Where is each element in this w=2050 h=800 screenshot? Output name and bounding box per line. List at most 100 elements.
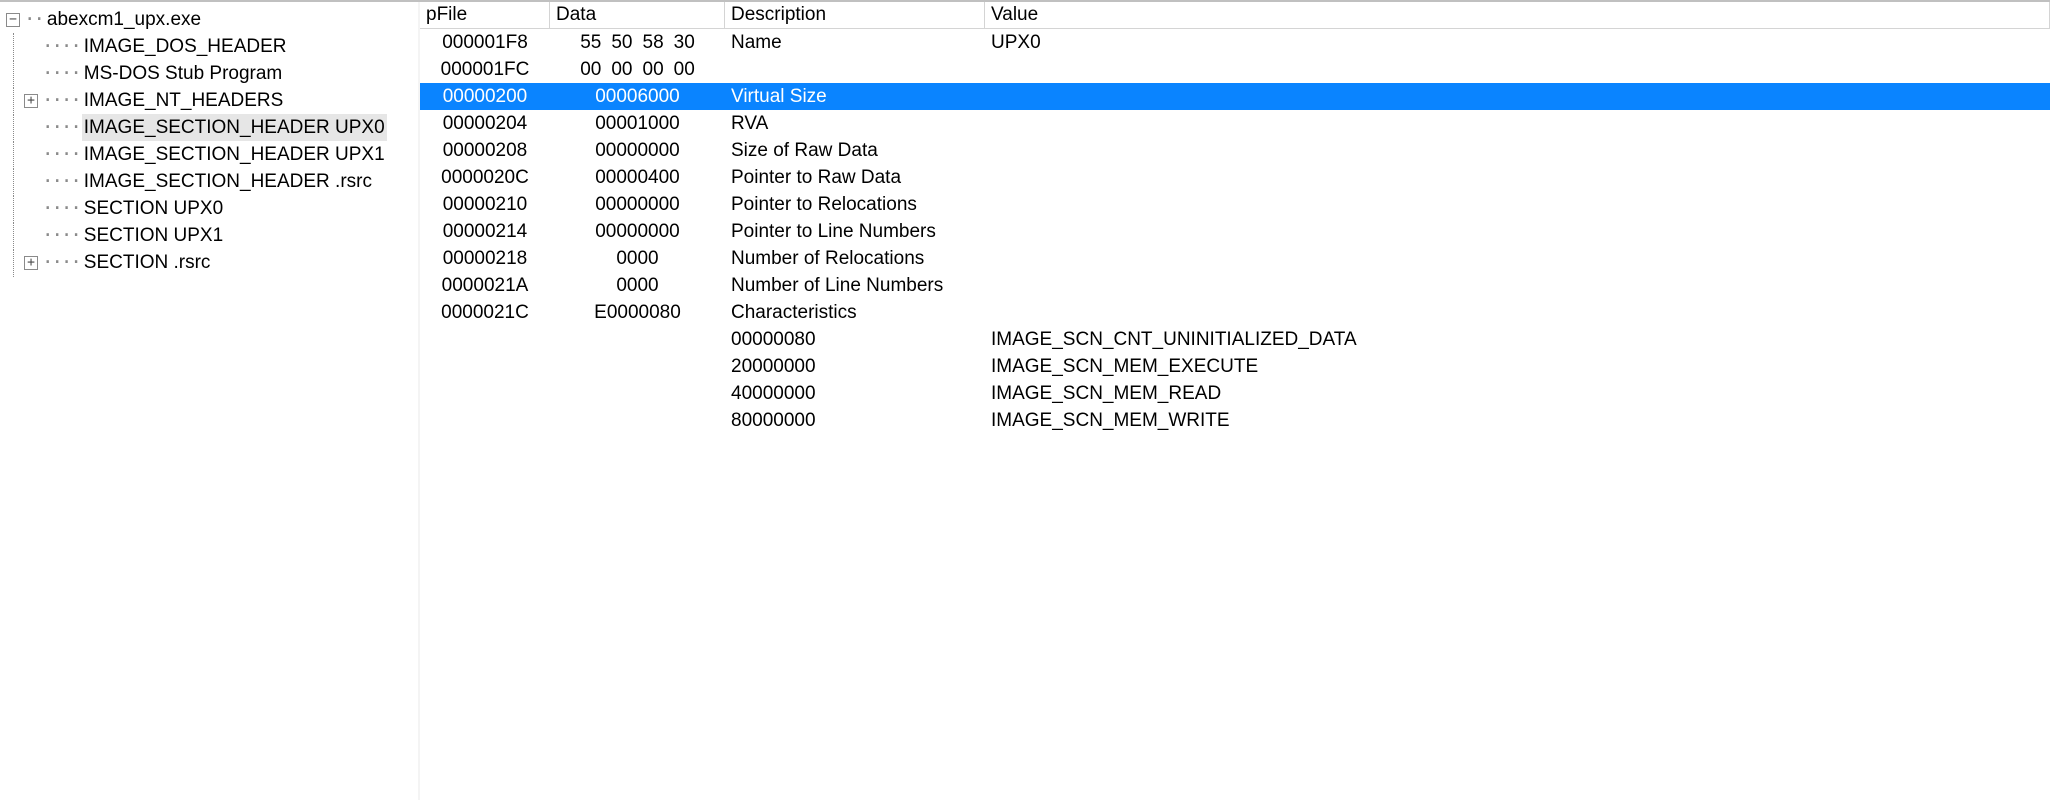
cell-data: 0000 bbox=[550, 272, 725, 299]
cell-pfile: 00000210 bbox=[420, 191, 550, 218]
cell-pfile bbox=[420, 326, 550, 353]
table-row[interactable]: 0000021400000000Pointer to Line Numbers bbox=[420, 218, 2050, 245]
data-byte: 00 bbox=[611, 59, 632, 81]
tree-item-label: MS-DOS Stub Program bbox=[82, 60, 285, 87]
cell-pfile: 00000204 bbox=[420, 110, 550, 137]
cell-description: Number of Relocations bbox=[725, 245, 985, 272]
tree-spacer bbox=[24, 40, 38, 54]
cell-data: 00 00 00 00 bbox=[550, 56, 725, 83]
cell-data bbox=[550, 326, 725, 353]
tree-item[interactable]: ····IMAGE_SECTION_HEADER UPX0 bbox=[6, 114, 418, 141]
tree-item-label: SECTION UPX1 bbox=[82, 222, 225, 249]
tree-item[interactable]: ····SECTION UPX1 bbox=[6, 222, 418, 249]
tree-connector-icon: ···· bbox=[42, 87, 80, 114]
cell-description: Name bbox=[725, 29, 985, 56]
cell-pfile bbox=[420, 380, 550, 407]
cell-description: Size of Raw Data bbox=[725, 137, 985, 164]
tree-item[interactable]: ····SECTION UPX0 bbox=[6, 195, 418, 222]
collapse-icon[interactable]: − bbox=[6, 13, 20, 27]
tree-item-label: IMAGE_DOS_HEADER bbox=[82, 33, 289, 60]
cell-value bbox=[985, 137, 2050, 164]
data-byte: 00 bbox=[674, 59, 695, 81]
table-row[interactable]: 0000020400001000RVA bbox=[420, 110, 2050, 137]
cell-description: Pointer to Relocations bbox=[725, 191, 985, 218]
header-description[interactable]: Description bbox=[725, 2, 985, 29]
cell-description: 40000000 bbox=[725, 380, 985, 407]
table-row[interactable]: 0000020C00000400Pointer to Raw Data bbox=[420, 164, 2050, 191]
tree-spacer bbox=[24, 229, 38, 243]
table-row[interactable]: 000002180000Number of Relocations bbox=[420, 245, 2050, 272]
cell-value bbox=[985, 110, 2050, 137]
tree-item[interactable]: + ····IMAGE_NT_HEADERS bbox=[6, 87, 418, 114]
tree-item[interactable]: ····MS-DOS Stub Program bbox=[6, 60, 418, 87]
cell-description: Pointer to Raw Data bbox=[725, 164, 985, 191]
cell-description bbox=[725, 56, 985, 83]
header-data[interactable]: Data bbox=[550, 2, 725, 29]
tree-connector-icon: ···· bbox=[42, 222, 80, 249]
cell-description: Pointer to Line Numbers bbox=[725, 218, 985, 245]
detail-panel: pFile Data Description Value 000001F8 55 5… bbox=[420, 2, 2050, 800]
data-byte: 55 bbox=[580, 32, 601, 54]
cell-value bbox=[985, 299, 2050, 326]
tree-connector-icon: ·· bbox=[24, 6, 43, 33]
cell-pfile bbox=[420, 407, 550, 434]
cell-description: Virtual Size bbox=[725, 83, 985, 110]
app-root: − ·· abexcm1_upx.exe ····IMAGE_DOS_HEADE… bbox=[0, 0, 2050, 800]
tree-item-label: IMAGE_NT_HEADERS bbox=[82, 87, 286, 114]
cell-pfile: 00000218 bbox=[420, 245, 550, 272]
tree-item[interactable]: ····IMAGE_DOS_HEADER bbox=[6, 33, 418, 60]
tree-connector-icon: ···· bbox=[42, 60, 80, 87]
table-row[interactable]: 0000020800000000Size of Raw Data bbox=[420, 137, 2050, 164]
cell-pfile: 00000208 bbox=[420, 137, 550, 164]
cell-data: 00006000 bbox=[550, 83, 725, 110]
table-row[interactable]: 0000020000006000Virtual Size bbox=[420, 83, 2050, 110]
cell-pfile bbox=[420, 353, 550, 380]
table-row[interactable]: 20000000IMAGE_SCN_MEM_EXECUTE bbox=[420, 353, 2050, 380]
expand-icon[interactable]: + bbox=[24, 94, 38, 108]
tree-spacer bbox=[24, 148, 38, 162]
cell-value bbox=[985, 83, 2050, 110]
cell-description: Number of Line Numbers bbox=[725, 272, 985, 299]
data-byte: 00 bbox=[580, 59, 601, 81]
cell-data: 00000000 bbox=[550, 191, 725, 218]
cell-pfile: 000001FC bbox=[420, 56, 550, 83]
table-row[interactable]: 80000000IMAGE_SCN_MEM_WRITE bbox=[420, 407, 2050, 434]
data-byte: 00 bbox=[643, 59, 664, 81]
tree-panel: − ·· abexcm1_upx.exe ····IMAGE_DOS_HEADE… bbox=[0, 2, 420, 800]
table-row[interactable]: 000001FC 00 00 00 00 bbox=[420, 56, 2050, 83]
tree-root[interactable]: − ·· abexcm1_upx.exe bbox=[6, 6, 418, 33]
cell-description: 20000000 bbox=[725, 353, 985, 380]
cell-pfile: 000001F8 bbox=[420, 29, 550, 56]
cell-value: UPX0 bbox=[985, 29, 2050, 56]
cell-description: 80000000 bbox=[725, 407, 985, 434]
cell-description: Characteristics bbox=[725, 299, 985, 326]
tree-item-label: SECTION UPX0 bbox=[82, 195, 225, 222]
table-row[interactable]: 0000021CE0000080Characteristics bbox=[420, 299, 2050, 326]
table-row[interactable]: 0000021000000000Pointer to Relocations bbox=[420, 191, 2050, 218]
tree-connector-icon: ···· bbox=[42, 114, 80, 141]
tree-item-label: IMAGE_SECTION_HEADER .rsrc bbox=[82, 168, 374, 195]
cell-pfile: 0000020C bbox=[420, 164, 550, 191]
cell-data: 00001000 bbox=[550, 110, 725, 137]
header-value[interactable]: Value bbox=[985, 2, 2050, 29]
header-pfile[interactable]: pFile bbox=[420, 2, 550, 29]
cell-data bbox=[550, 353, 725, 380]
tree-connector-icon: ···· bbox=[42, 33, 80, 60]
cell-pfile: 00000214 bbox=[420, 218, 550, 245]
tree-connector-icon: ···· bbox=[42, 249, 80, 276]
cell-value: IMAGE_SCN_MEM_EXECUTE bbox=[985, 353, 2050, 380]
table-row[interactable]: 40000000IMAGE_SCN_MEM_READ bbox=[420, 380, 2050, 407]
tree-item[interactable]: ····IMAGE_SECTION_HEADER .rsrc bbox=[6, 168, 418, 195]
tree-item[interactable]: ····IMAGE_SECTION_HEADER UPX1 bbox=[6, 141, 418, 168]
data-byte: 50 bbox=[611, 32, 632, 54]
tree-item-label: IMAGE_SECTION_HEADER UPX0 bbox=[82, 114, 387, 141]
table-row[interactable]: 000001F855505830NameUPX0 bbox=[420, 29, 2050, 56]
cell-value bbox=[985, 272, 2050, 299]
table-row[interactable]: 0000021A0000Number of Line Numbers bbox=[420, 272, 2050, 299]
cell-value bbox=[985, 164, 2050, 191]
tree-item-label: IMAGE_SECTION_HEADER UPX1 bbox=[82, 141, 387, 168]
table-row[interactable]: 00000080IMAGE_SCN_CNT_UNINITIALIZED_DATA bbox=[420, 326, 2050, 353]
tree-item[interactable]: +····SECTION .rsrc bbox=[6, 249, 418, 276]
tree-spacer bbox=[24, 67, 38, 81]
expand-icon[interactable]: + bbox=[24, 256, 38, 270]
